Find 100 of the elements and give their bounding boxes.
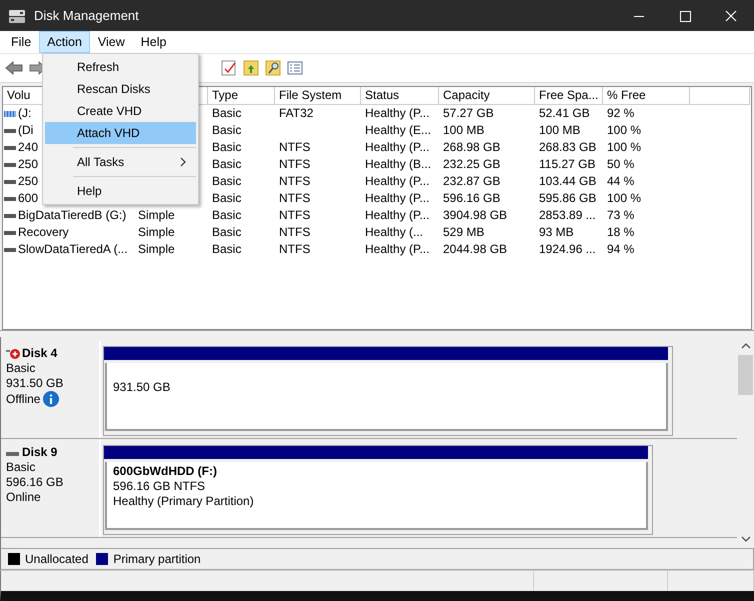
properties-icon[interactable]: [287, 60, 303, 76]
table-cell-text: 115.27 GB: [538, 156, 596, 173]
menu-item[interactable]: Create VHD: [45, 100, 196, 122]
column-header[interactable]: File System: [275, 87, 361, 105]
table-cell-text: 100 %: [606, 190, 642, 207]
partition-detail: 596.16 GB NTFS: [113, 479, 206, 494]
table-cell-text: 529 MB: [442, 224, 486, 241]
table-cell-text: 2044.98 GB: [442, 241, 508, 258]
table-cell-text: 92 %: [606, 105, 636, 122]
menu-item[interactable]: Rescan Disks: [45, 78, 196, 100]
column-header[interactable]: Capacity: [439, 87, 535, 105]
partition-box[interactable]: 931.50 GB: [105, 363, 668, 431]
table-cell-text: 2853.89 ...: [538, 207, 597, 224]
table-cell-text: Healthy (P...: [364, 105, 430, 122]
table-cell-text: Simple: [137, 224, 176, 241]
drive-icon: [4, 126, 16, 134]
volume-name: 250: [18, 156, 38, 173]
table-cell-text: Basic: [211, 190, 242, 207]
table-cell-text: Basic: [211, 139, 242, 156]
table-cell-text: 268.98 GB: [442, 139, 502, 156]
disk-name: Disk 9: [22, 445, 58, 460]
table-cell-text: 1924.96 ...: [538, 241, 597, 258]
menu-item[interactable]: Attach VHD: [45, 122, 196, 144]
table-cell-text: 50 %: [606, 156, 636, 173]
table-cell-text: NTFS: [278, 224, 312, 241]
drive-icon: [4, 212, 16, 220]
drive-icon: [4, 228, 16, 236]
table-cell-text: Basic: [211, 224, 242, 241]
volume-name: 240: [18, 139, 38, 156]
scroll-up-icon: [740, 343, 750, 349]
table-cell-text: Healthy (E...: [364, 122, 432, 139]
table-cell-text: Healthy (...: [364, 224, 424, 241]
partition-box[interactable]: 600GbWdHDD (F:) 596.16 GB NTFS Healthy (Primary Partition): [105, 462, 648, 530]
volume-name: 250: [18, 173, 38, 190]
table-cell-text: Simple: [137, 241, 176, 258]
partition-name: 600GbWdHDD (F:): [113, 464, 218, 479]
table-cell-text: Basic: [211, 156, 242, 173]
folder-up-icon[interactable]: [243, 60, 259, 76]
removable-drive-icon: [4, 110, 16, 118]
table-cell-text: Basic: [211, 173, 242, 190]
drive-icon: [4, 246, 16, 254]
table-cell-text: 73 %: [606, 207, 636, 224]
disk-status: Offline: [6, 392, 40, 406]
drive-icon: [4, 178, 16, 186]
drive-icon: [4, 160, 16, 168]
table-cell-text: 100 MB: [538, 122, 582, 139]
table-cell-text: Healthy (P...: [364, 139, 430, 156]
volume-name: BigDataTieredB (G:): [18, 207, 126, 224]
drive-icon: [4, 144, 16, 152]
menu-item[interactable]: Refresh: [45, 56, 196, 78]
legend-label: Primary partition: [113, 552, 201, 566]
table-cell-text: Healthy (P...: [364, 241, 430, 258]
back-arrow-icon[interactable]: [5, 61, 23, 75]
folder-search-icon[interactable]: [265, 60, 281, 76]
volume-name: (J:: [18, 105, 32, 122]
volume-name: Recovery: [18, 224, 69, 241]
disk-type: Basic: [6, 361, 36, 376]
disk-management-icon: [8, 8, 26, 24]
info-icon: [43, 391, 60, 407]
table-cell-text: NTFS: [278, 241, 312, 258]
volume-name: (Di: [18, 122, 34, 139]
scrollbar-thumb[interactable]: [738, 355, 753, 395]
disk-size: 931.50 GB: [6, 376, 64, 391]
offline-disk-icon: [6, 348, 20, 360]
column-header[interactable]: Status: [361, 87, 439, 105]
table-cell-text: Healthy (P...: [364, 190, 430, 207]
menu-item[interactable]: Action: [39, 31, 90, 53]
table-cell-text: 232.25 GB: [442, 156, 502, 173]
checklist-icon[interactable]: [221, 60, 237, 76]
table-cell-text: Basic: [211, 122, 242, 139]
table-cell-text: Basic: [211, 241, 242, 258]
table-cell-text: 268.83 GB: [538, 139, 598, 156]
table-cell-text: Simple: [137, 207, 176, 224]
table-cell-text: 44 %: [606, 173, 636, 190]
disk-status: Online: [6, 490, 41, 505]
table-cell-text: Basic: [211, 207, 242, 224]
table-cell-text: Healthy (P...: [364, 207, 430, 224]
column-header[interactable]: Free Spa...: [535, 87, 603, 105]
table-cell-text: NTFS: [278, 207, 312, 224]
legend-label: Unallocated: [25, 552, 88, 566]
menu-item[interactable]: File: [3, 31, 40, 53]
table-cell-text: Healthy (B...: [364, 156, 432, 173]
volume-name: SlowDataTieredA (...: [18, 241, 128, 258]
partition-detail: Healthy (Primary Partition): [113, 494, 255, 509]
table-cell-text: 52.41 GB: [538, 105, 591, 122]
column-header[interactable]: Type: [208, 87, 275, 105]
menu-item[interactable]: Help: [45, 180, 196, 202]
disk-name: Disk 4: [22, 346, 58, 361]
table-cell-text: 595.86 GB: [538, 190, 598, 207]
partition-detail: 931.50 GB: [113, 380, 172, 394]
table-cell-text: 232.87 GB: [442, 173, 502, 190]
table-cell-text: 100 %: [606, 139, 642, 156]
menu-item[interactable]: Help: [132, 31, 174, 53]
menu-item[interactable]: All Tasks: [45, 151, 196, 173]
table-cell-text: 100 MB: [442, 122, 486, 139]
menu-item[interactable]: View: [90, 31, 133, 53]
submenu-chevron-icon: [180, 157, 186, 167]
table-cell-text: 103.44 GB: [538, 173, 598, 190]
column-header[interactable]: % Free: [603, 87, 690, 105]
table-cell-text: NTFS: [278, 156, 312, 173]
